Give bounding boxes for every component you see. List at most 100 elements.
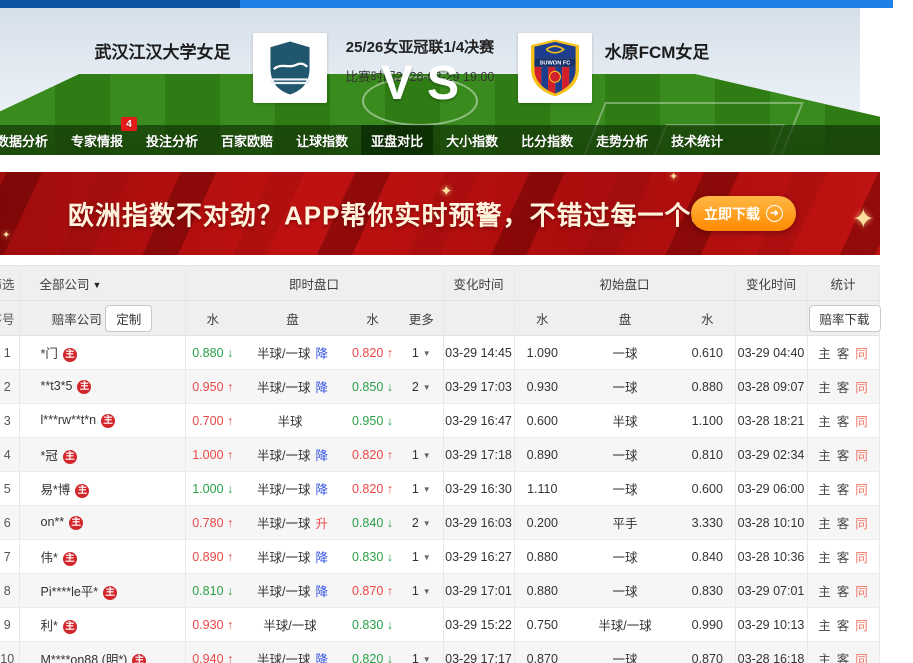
more-dropdown[interactable]: 1 ▼ <box>400 437 444 472</box>
company-cell[interactable]: l***rw**t*n 主 <box>18 403 185 438</box>
tab-expert-info[interactable]: 专家情报 4 <box>61 117 138 155</box>
more-dropdown[interactable]: 1 ▼ <box>400 539 444 574</box>
initial-handicap: 一球 <box>570 471 681 506</box>
handicap-trend-tag: 升 <box>315 517 328 531</box>
more-dropdown[interactable] <box>400 403 444 438</box>
initial-water-home: 0.890 <box>513 437 571 472</box>
download-app-button[interactable]: 立即下载 ➜ <box>691 196 796 231</box>
handicap-trend-tag: 降 <box>315 483 328 497</box>
company-cell[interactable]: Pi****le平* 主 <box>18 573 185 608</box>
initial-change-time: 03-28 09:07 <box>734 369 808 404</box>
stats-link-same[interactable]: 同 <box>855 381 868 395</box>
stats-link-home[interactable]: 主 <box>818 381 831 395</box>
stats-link-away[interactable]: 客 <box>837 449 850 463</box>
stats-link-away[interactable]: 客 <box>837 585 850 599</box>
stats-link-same[interactable]: 同 <box>855 347 868 361</box>
tab-label: 投注分析 <box>146 133 199 149</box>
tab-label: 百家欧赔 <box>221 133 274 149</box>
stats-link-home[interactable]: 主 <box>818 585 831 599</box>
initial-water-away: 3.330 <box>680 505 736 540</box>
company-cell[interactable]: **t3*5 主 <box>18 369 185 404</box>
tab-trend-analysis[interactable]: 走势分析 <box>586 125 658 155</box>
more-dropdown[interactable] <box>400 607 444 642</box>
promo-banner[interactable]: ✦ ✦ ✦ ✦ 欧洲指数不对劲？APP帮你实时预警，不错过每一个机会！ 立即下载… <box>0 172 880 255</box>
company-cell[interactable]: 伟* 主 <box>18 539 185 574</box>
stats-link-away[interactable]: 客 <box>837 483 850 497</box>
company-cell[interactable]: on** 主 <box>18 505 185 540</box>
stats-link-away[interactable]: 客 <box>837 653 850 663</box>
nav-tabs: 数据分析 专家情报 4 投注分析 百家欧赔 让球指数 亚盘对比 大小指数 比分指数 走势分析 技术统… <box>0 117 880 155</box>
company-cell[interactable]: *门主 <box>18 335 185 370</box>
stats-link-away[interactable]: 客 <box>837 415 850 429</box>
stats-link-away[interactable]: 客 <box>837 347 850 361</box>
stats-link-away[interactable]: 客 <box>837 517 850 531</box>
tab-score-index[interactable]: 比分指数 <box>511 125 583 155</box>
stats-link-same[interactable]: 同 <box>855 551 868 565</box>
stats-link-away[interactable]: 客 <box>837 551 850 565</box>
tab-handicap-index[interactable]: 让球指数 <box>286 125 358 155</box>
stats-link-home[interactable]: 主 <box>818 551 831 565</box>
group-instant-odds: 即时盘口 <box>184 265 444 301</box>
sparkle-icon: ✦ <box>669 172 679 183</box>
tab-label: 比分指数 <box>521 133 574 149</box>
handicap-trend-tag: 降 <box>315 347 328 361</box>
more-dropdown[interactable]: 2 ▼ <box>400 505 444 540</box>
company-cell[interactable]: 利* 主 <box>18 607 185 642</box>
row-number: 3 <box>0 403 19 438</box>
stats-link-same[interactable]: 同 <box>855 619 868 633</box>
stats-link-home[interactable]: 主 <box>818 483 831 497</box>
initial-handicap: 一球 <box>570 369 681 404</box>
company-name: 易*博 <box>40 483 71 497</box>
more-dropdown[interactable]: 1 ▼ <box>400 471 444 506</box>
tab-asian-odds-compare[interactable]: 亚盘对比 <box>361 125 434 155</box>
tab-data-analysis[interactable]: 数据分析 <box>0 125 58 155</box>
stats-link-same[interactable]: 同 <box>855 517 868 531</box>
more-dropdown[interactable]: 1 ▼ <box>400 335 444 370</box>
stats-link-home[interactable]: 主 <box>818 653 831 663</box>
odds-download-button[interactable]: 赔率下载 <box>808 304 881 332</box>
more-dropdown[interactable]: 2 ▼ <box>400 369 444 404</box>
stats-link-home[interactable]: 主 <box>818 347 831 361</box>
customize-button[interactable]: 定制 <box>105 304 153 332</box>
initial-handicap: 半球/一球 <box>570 607 681 642</box>
col-water-3: 水 <box>513 300 571 336</box>
top-accent-bar-dark-segment <box>0 0 240 8</box>
stats-link-same[interactable]: 同 <box>855 585 868 599</box>
initial-water-away: 0.840 <box>680 539 736 574</box>
company-name: l***rw**t*n <box>40 413 97 427</box>
stats-link-home[interactable]: 主 <box>818 415 831 429</box>
odds-table-row: 2 **t3*5 主 0.950 ↑ 半球/一球降 0.850 ↓ 2 ▼ 03-2… <box>0 369 880 404</box>
more-dropdown[interactable]: 1 ▼ <box>400 573 444 608</box>
stats-link-away[interactable]: 客 <box>837 381 850 395</box>
more-dropdown[interactable]: 1 ▼ <box>400 641 444 663</box>
company-cell[interactable]: *冠主 <box>18 437 185 472</box>
tab-bet-analysis[interactable]: 投注分析 <box>136 125 208 155</box>
group-change-time-2: 变化时间 <box>734 265 808 301</box>
stats-link-same[interactable]: 同 <box>855 415 868 429</box>
company-name: Pi****le平* <box>40 585 99 599</box>
stats-link-away[interactable]: 客 <box>837 619 850 633</box>
change-time: 03-29 17:18 <box>442 437 515 472</box>
tab-tech-stats[interactable]: 技术统计 <box>661 125 733 155</box>
tab-label: 专家情报 <box>71 133 124 149</box>
tab-euro-odds[interactable]: 百家欧赔 <box>211 125 283 155</box>
home-team-name: 武汉江汉大学女足 <box>94 43 231 62</box>
caret-down-icon: ▼ <box>422 552 431 562</box>
stats-link-same[interactable]: 同 <box>855 653 868 663</box>
handicap-value: 半球 <box>277 415 303 429</box>
stats-link-home[interactable]: 主 <box>818 449 831 463</box>
initial-water-home: 0.600 <box>513 403 571 438</box>
company-cell[interactable]: M****on88 (明*) 主 <box>18 641 185 663</box>
company-filter-dropdown[interactable]: 全部公司 ▼ <box>18 265 185 301</box>
stats-link-home[interactable]: 主 <box>818 619 831 633</box>
odds-table-row: 7 伟* 主 0.890 ↑ 半球/一球降 0.830 ↓ 1 ▼ 03-29 16… <box>0 539 880 574</box>
instant-water-home: 0.950 ↑ <box>184 369 240 404</box>
row-number: 4 <box>0 437 19 472</box>
more-count: 1 <box>411 345 419 360</box>
stats-link-same[interactable]: 同 <box>855 483 868 497</box>
stats-link-same[interactable]: 同 <box>855 449 868 463</box>
company-cell[interactable]: 易*博主 <box>18 471 185 506</box>
stats-link-home[interactable]: 主 <box>818 517 831 531</box>
instant-water-home: 1.000 ↓ <box>184 471 240 506</box>
tab-over-under-index[interactable]: 大小指数 <box>436 125 508 155</box>
